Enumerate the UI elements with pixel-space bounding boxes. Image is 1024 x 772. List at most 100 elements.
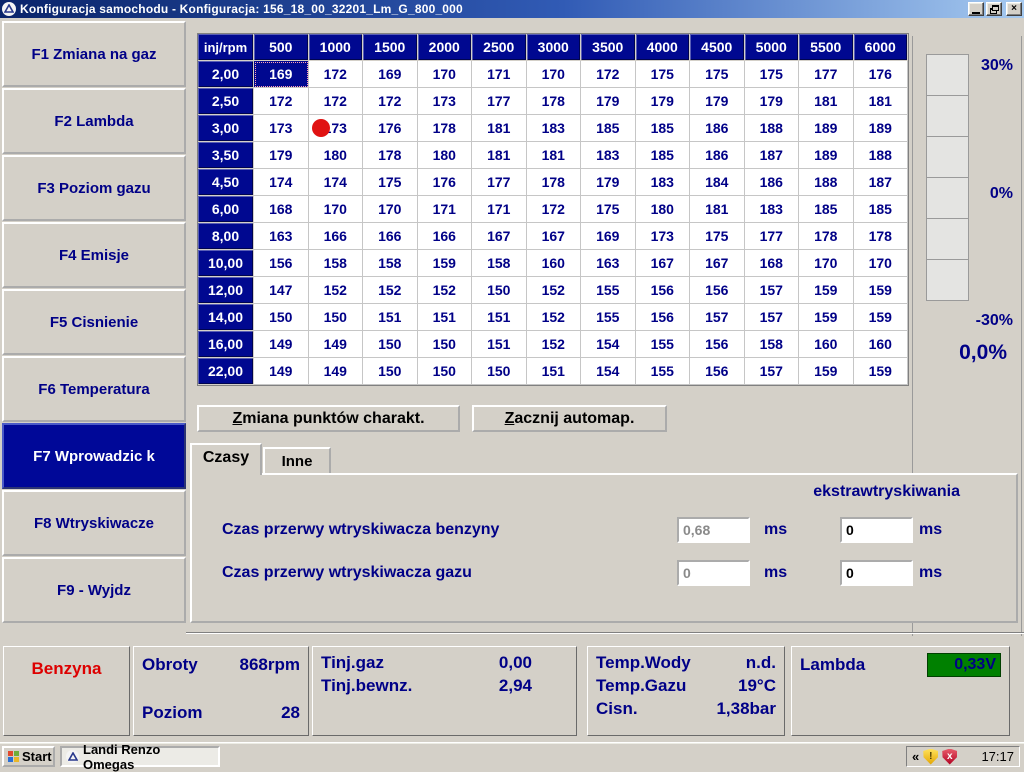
- map-cell[interactable]: 179: [636, 88, 691, 115]
- map-cell[interactable]: 157: [745, 304, 800, 331]
- map-cell[interactable]: 174: [254, 169, 309, 196]
- map-cell[interactable]: 158: [745, 331, 800, 358]
- map-cell[interactable]: 157: [745, 358, 800, 385]
- map-cell[interactable]: 159: [799, 358, 854, 385]
- map-cell[interactable]: 159: [799, 304, 854, 331]
- map-cell[interactable]: 173: [636, 223, 691, 250]
- change-points-button[interactable]: Zmiana punktów charakt.: [197, 405, 460, 432]
- map-cell[interactable]: 171: [418, 196, 473, 223]
- security-error-icon[interactable]: x: [942, 749, 957, 765]
- map-cell[interactable]: 151: [418, 304, 473, 331]
- map-cell[interactable]: 177: [472, 169, 527, 196]
- map-cell[interactable]: 158: [309, 250, 364, 277]
- map-cell[interactable]: 156: [690, 331, 745, 358]
- map-cell[interactable]: 150: [363, 358, 418, 385]
- map-cell[interactable]: 189: [799, 115, 854, 142]
- sidebar-item-f3[interactable]: F3 Poziom gazu: [2, 155, 186, 221]
- map-cell[interactable]: 155: [636, 331, 691, 358]
- map-cell[interactable]: 181: [472, 142, 527, 169]
- petrol-pause-input[interactable]: [677, 517, 750, 543]
- map-cell[interactable]: 189: [799, 142, 854, 169]
- map-cell[interactable]: 175: [636, 61, 691, 88]
- map-cell[interactable]: 169: [581, 223, 636, 250]
- tab-czasy[interactable]: Czasy: [190, 443, 262, 475]
- map-cell[interactable]: 185: [581, 115, 636, 142]
- map-cell[interactable]: 179: [581, 88, 636, 115]
- map-cell[interactable]: 159: [799, 277, 854, 304]
- map-cell[interactable]: 178: [363, 142, 418, 169]
- map-cell[interactable]: 152: [527, 331, 582, 358]
- map-cell[interactable]: 152: [527, 277, 582, 304]
- minimize-button[interactable]: [968, 2, 984, 16]
- map-cell[interactable]: 155: [581, 277, 636, 304]
- map-cell[interactable]: 149: [254, 331, 309, 358]
- map-cell[interactable]: 185: [636, 115, 691, 142]
- map-cell[interactable]: 151: [472, 304, 527, 331]
- map-cell[interactable]: 181: [854, 88, 909, 115]
- map-cell[interactable]: 173: [254, 115, 309, 142]
- map-cell[interactable]: 160: [799, 331, 854, 358]
- map-cell[interactable]: 170: [309, 196, 364, 223]
- map-cell[interactable]: 166: [363, 223, 418, 250]
- map-cell[interactable]: 188: [854, 142, 909, 169]
- map-cell[interactable]: 174: [309, 169, 364, 196]
- map-cell[interactable]: 170: [527, 61, 582, 88]
- map-cell[interactable]: 157: [690, 304, 745, 331]
- map-cell[interactable]: 150: [472, 358, 527, 385]
- map-cell[interactable]: 186: [690, 142, 745, 169]
- map-cell[interactable]: 149: [309, 358, 364, 385]
- map-cell[interactable]: 170: [854, 250, 909, 277]
- map-cell[interactable]: 188: [745, 115, 800, 142]
- map-cell[interactable]: 179: [745, 88, 800, 115]
- map-cell[interactable]: 152: [309, 277, 364, 304]
- map-cell[interactable]: 163: [254, 223, 309, 250]
- map-cell[interactable]: 167: [690, 250, 745, 277]
- map-cell[interactable]: 151: [472, 331, 527, 358]
- map-cell[interactable]: 183: [636, 169, 691, 196]
- map-cell[interactable]: 175: [363, 169, 418, 196]
- map-cell[interactable]: 185: [854, 196, 909, 223]
- map-cell[interactable]: 179: [581, 169, 636, 196]
- map-cell[interactable]: 167: [527, 223, 582, 250]
- map-cell[interactable]: 187: [745, 142, 800, 169]
- tray-chevron[interactable]: «: [912, 749, 919, 764]
- map-cell[interactable]: 183: [745, 196, 800, 223]
- map-cell[interactable]: 175: [745, 61, 800, 88]
- taskbar-item-landi-renzo[interactable]: Landi Renzo Omegas: [60, 746, 220, 767]
- map-cell[interactable]: 183: [581, 142, 636, 169]
- map-cell[interactable]: 152: [363, 277, 418, 304]
- map-cell[interactable]: 179: [254, 142, 309, 169]
- map-cell[interactable]: 175: [581, 196, 636, 223]
- map-cell[interactable]: 178: [418, 115, 473, 142]
- map-cell[interactable]: 150: [254, 304, 309, 331]
- map-cell[interactable]: 155: [581, 304, 636, 331]
- map-cell[interactable]: 172: [581, 61, 636, 88]
- map-cell[interactable]: 181: [527, 142, 582, 169]
- map-cell[interactable]: 151: [363, 304, 418, 331]
- map-cell[interactable]: 178: [799, 223, 854, 250]
- map-cell[interactable]: 159: [854, 358, 909, 385]
- map-cell[interactable]: 157: [745, 277, 800, 304]
- map-cell[interactable]: 159: [418, 250, 473, 277]
- map-cell[interactable]: 179: [690, 88, 745, 115]
- map-cell[interactable]: 187: [854, 169, 909, 196]
- map-cell[interactable]: 176: [418, 169, 473, 196]
- tab-inne[interactable]: Inne: [263, 447, 331, 475]
- map-cell[interactable]: 150: [363, 331, 418, 358]
- map-cell[interactable]: 159: [854, 277, 909, 304]
- map-cell[interactable]: 155: [636, 358, 691, 385]
- map-cell[interactable]: 170: [363, 196, 418, 223]
- sidebar-item-f2[interactable]: F2 Lambda: [2, 88, 186, 154]
- sidebar-item-f1[interactable]: F1 Zmiana na gaz: [2, 21, 186, 87]
- map-cell[interactable]: 181: [799, 88, 854, 115]
- map-cell[interactable]: 173: [418, 88, 473, 115]
- map-cell[interactable]: 176: [854, 61, 909, 88]
- sidebar-item-f6[interactable]: F6 Temperatura: [2, 356, 186, 422]
- map-cell[interactable]: 171: [472, 196, 527, 223]
- map-cell[interactable]: 150: [418, 358, 473, 385]
- map-cell[interactable]: 183: [527, 115, 582, 142]
- security-warning-icon[interactable]: !: [923, 749, 938, 765]
- map-cell[interactable]: 172: [309, 88, 364, 115]
- map-cell[interactable]: 177: [799, 61, 854, 88]
- map-cell[interactable]: 156: [254, 250, 309, 277]
